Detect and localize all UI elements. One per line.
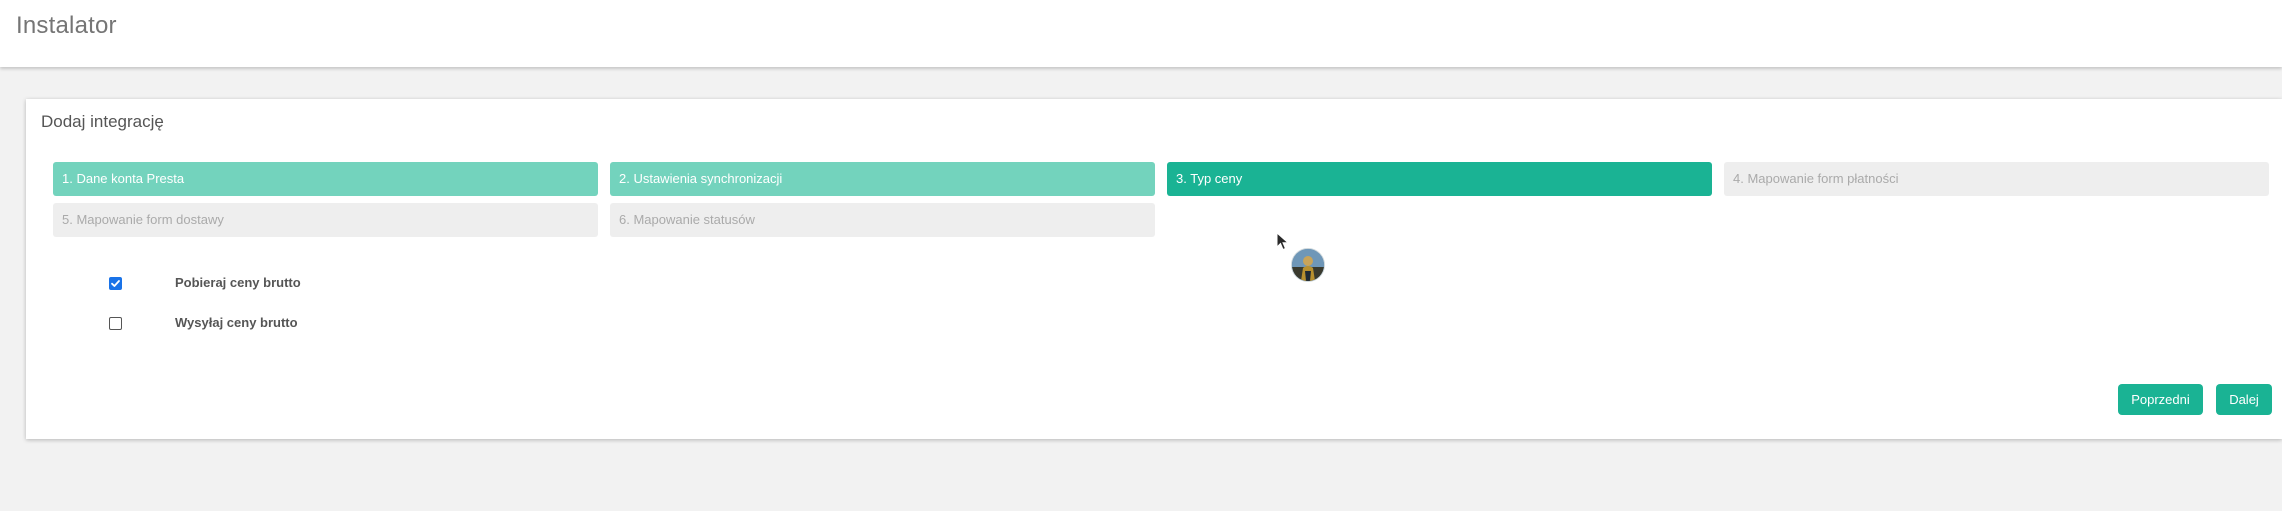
step-5-shipping-mapping[interactable]: 5. Mapowanie form dostawy — [53, 203, 598, 237]
step-3-price-type[interactable]: 3. Typ ceny — [1167, 162, 1712, 196]
gross-prices-fetch-checkbox[interactable] — [109, 277, 122, 290]
step-6-status-mapping[interactable]: 6. Mapowanie statusów — [610, 203, 1155, 237]
card-title: Dodaj integrację — [41, 112, 164, 131]
previous-button[interactable]: Poprzedni — [2118, 384, 2203, 415]
gross-prices-send-label: Wysyłaj ceny brutto — [175, 315, 298, 330]
step-2-sync-settings[interactable]: 2. Ustawienia synchronizacji — [610, 162, 1155, 196]
integration-card: Dodaj integrację 1. Dane konta Presta 2.… — [26, 99, 2282, 439]
step-4-payment-mapping[interactable]: 4. Mapowanie form płatności — [1724, 162, 2269, 196]
mouse-pointer-icon — [1276, 231, 1290, 257]
next-button[interactable]: Dalej — [2216, 384, 2272, 415]
avatar-picture-icon — [1292, 249, 1324, 281]
checkmark-icon — [111, 280, 120, 287]
top-bar: Instalator — [0, 0, 2282, 67]
step-1-presta-account[interactable]: 1. Dane konta Presta — [53, 162, 598, 196]
gross-prices-send-checkbox[interactable] — [109, 317, 122, 330]
gross-prices-fetch-label: Pobieraj ceny brutto — [175, 275, 301, 290]
app-title: Instalator — [16, 12, 117, 39]
user-avatar[interactable] — [1291, 248, 1325, 282]
